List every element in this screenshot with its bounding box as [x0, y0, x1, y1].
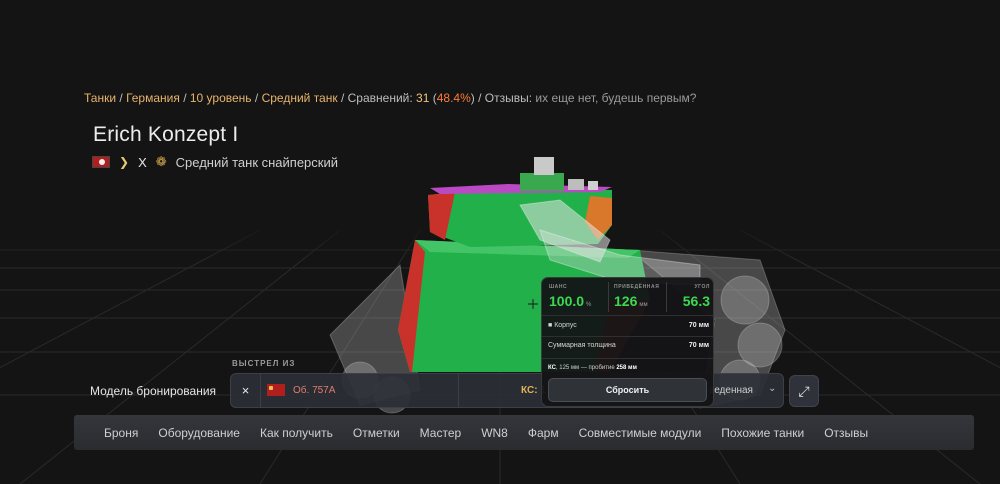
germany-flag-icon	[92, 156, 110, 168]
popup-divider	[542, 358, 713, 359]
reduced-number: 126	[614, 293, 638, 309]
comparisons-paren: )	[470, 91, 475, 105]
popup-divider	[542, 336, 713, 337]
chance-unit: %	[586, 302, 592, 308]
comparisons-count[interactable]: 31	[416, 91, 429, 105]
ks-label: КС:	[521, 385, 538, 396]
armor-part-label: ■ Корпус	[548, 322, 577, 329]
comparisons-percent: 48.4%	[436, 91, 471, 105]
chevron-down-icon[interactable]: ⌄	[768, 383, 776, 394]
reduced-stat: ПРИВЕДЁННАЯ 126 мм	[614, 278, 659, 316]
breadcrumb-tanks-link[interactable]: Танки	[84, 91, 116, 105]
chance-value: 100.0%	[549, 293, 591, 309]
angle-label: УГОЛ	[694, 284, 710, 290]
tab-armor[interactable]: Броня	[94, 426, 148, 440]
armor-mode-select[interactable]: веденная	[709, 385, 753, 396]
tank-tier: X	[138, 154, 147, 170]
close-icon[interactable]: ×	[231, 374, 261, 407]
shell-caliber-text: , 125 мм — пробитие	[555, 365, 615, 371]
tab-similar-tanks[interactable]: Похожие танки	[711, 426, 814, 440]
page-title: Erich Konzept I	[93, 123, 239, 146]
total-thickness-label: Суммарная толщина	[548, 342, 616, 349]
breadcrumb-class-link[interactable]: Средний танк	[262, 91, 338, 105]
popup-divider	[542, 315, 713, 316]
chance-number: 100.0	[549, 293, 585, 309]
armor-part-value: 70 мм	[688, 322, 709, 329]
reduced-value: 126 мм	[614, 293, 659, 309]
shot-tank-selector[interactable]: Об. 757А	[267, 384, 335, 396]
shot-bar-divider	[458, 374, 459, 407]
reduced-unit: мм	[639, 302, 648, 308]
tab-marks[interactable]: Отметки	[343, 426, 410, 440]
breadcrumb-separator: /	[254, 91, 262, 105]
breadcrumb-separator: /	[340, 91, 348, 105]
chance-stat: ШАНС 100.0%	[549, 278, 591, 316]
breadcrumb-separator: /	[478, 91, 485, 105]
armor-part-row: ■ Корпус 70 мм	[548, 322, 709, 329]
ussr-flag-icon	[267, 384, 285, 396]
breadcrumb-nation-link[interactable]: Германия	[126, 91, 180, 105]
class-emblem-icon: ❁	[155, 154, 167, 169]
breadcrumb: Танки / Германия / 10 уровень / Средний …	[84, 91, 696, 105]
rank-chevron-icon: ❯	[119, 155, 130, 169]
viewer-stage[interactable]: Танки / Германия / 10 уровень / Средний …	[0, 0, 1000, 484]
expand-icon[interactable]: ⤢	[789, 375, 819, 407]
shell-penetration: 258 мм	[616, 365, 637, 371]
tab-equipment[interactable]: Оборудование	[148, 426, 250, 440]
reviews-label: Отзывы:	[484, 91, 533, 105]
tab-farm[interactable]: Фарм	[518, 426, 569, 440]
tank-3d-scene[interactable]	[0, 0, 1000, 484]
tank-meta: ❯ X ❁ Средний танк снайперский	[92, 154, 338, 170]
reset-button[interactable]: Сбросить	[548, 378, 707, 402]
shell-type: КС	[548, 365, 556, 371]
tab-master[interactable]: Мастер	[410, 426, 472, 440]
chance-label: ШАНС	[549, 284, 568, 290]
comparisons-label: Сравнений:	[347, 91, 413, 105]
angle-value: 56.3	[682, 293, 710, 309]
tab-wn8[interactable]: WN8	[471, 426, 518, 440]
armor-model-label: Модель бронирования	[90, 384, 217, 398]
stat-divider	[608, 282, 609, 312]
shot-from-label: ВЫСТРЕЛ ИЗ	[232, 359, 296, 368]
armor-part-name: Корпус	[554, 322, 577, 329]
tab-compatible-modules[interactable]: Совместимые модули	[569, 426, 712, 440]
total-thickness-row: Суммарная толщина 70 мм	[548, 342, 709, 349]
total-thickness-value: 70 мм	[688, 342, 709, 349]
breadcrumb-tier-link[interactable]: 10 уровень	[190, 91, 252, 105]
tank-tabs-nav: Броня Оборудование Как получить Отметки …	[74, 415, 974, 450]
reduced-label: ПРИВЕДЁННАЯ	[614, 284, 660, 290]
tank-type-text: Средний танк снайперский	[175, 154, 339, 170]
tab-how-to-get[interactable]: Как получить	[250, 426, 343, 440]
breadcrumb-separator: /	[183, 91, 190, 105]
shot-tank-name: Об. 757А	[293, 384, 336, 396]
shell-info-line: КС, 125 мм — пробитие 258 мм	[548, 365, 637, 371]
penetration-popup: ШАНС 100.0% ПРИВЕДЁННАЯ 126 мм УГОЛ 56.3 …	[541, 277, 714, 407]
tab-reviews[interactable]: Отзывы	[814, 426, 878, 440]
reviews-link[interactable]: их еще нет, будешь первым?	[535, 91, 696, 105]
stat-divider	[666, 282, 667, 312]
angle-stat: УГОЛ 56.3	[672, 278, 710, 316]
